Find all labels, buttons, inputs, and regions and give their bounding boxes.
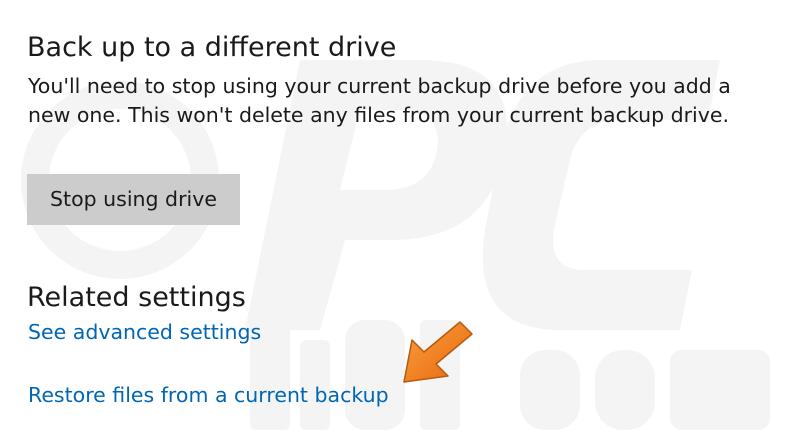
backup-description: You'll need to stop using your current b… — [28, 74, 731, 127]
restore-files-link[interactable]: Restore files from a current backup — [28, 381, 389, 409]
content-area: Back up to a different drive You'll need… — [0, 0, 790, 446]
section-title-backup: Back up to a different drive — [27, 32, 397, 63]
stop-using-drive-button[interactable]: Stop using drive — [27, 174, 240, 225]
arrow-pointing-down-left-icon — [403, 321, 473, 383]
settings-page: Back up to a different drive You'll need… — [0, 0, 790, 446]
section-title-related-settings: Related settings — [27, 282, 246, 313]
see-advanced-settings-link[interactable]: See advanced settings — [28, 318, 261, 346]
